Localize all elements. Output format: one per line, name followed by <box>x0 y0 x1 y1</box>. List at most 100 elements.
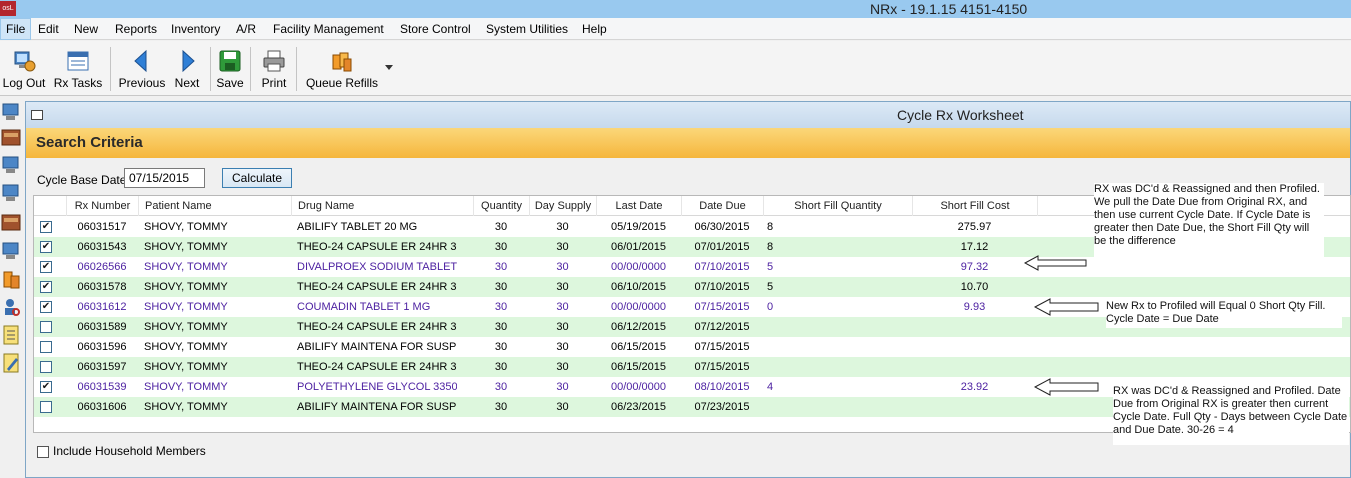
row-select-checkbox[interactable]: ✔ <box>40 261 52 273</box>
short-fill-cost-cell <box>912 357 1037 377</box>
header-drug-name[interactable]: Drug Name <box>291 196 473 216</box>
menu-ar[interactable]: A/R <box>231 18 261 40</box>
notepad-icon[interactable] <box>1 324 21 346</box>
previous-button[interactable]: Previous <box>116 45 168 93</box>
date-due-cell: 06/30/2015 <box>694 221 750 233</box>
drug-name-cell: DIVALPROEX SODIUM TABLET D <box>297 261 457 273</box>
print-button[interactable]: Print <box>256 45 292 93</box>
patient-name-cell: SHOVY, TOMMY <box>144 361 228 373</box>
menu-inventory[interactable]: Inventory <box>166 18 225 40</box>
quantity-cell: 30 <box>494 361 508 373</box>
menu-file[interactable]: File <box>0 18 32 40</box>
row-select-checkbox[interactable] <box>40 361 52 373</box>
day-supply-cell: 30 <box>556 281 569 293</box>
header-last-date[interactable]: Last Date <box>596 196 681 216</box>
header-short-fill-quantity[interactable]: Short Fill Quantity <box>763 196 912 216</box>
day-supply-cell: 30 <box>556 321 569 333</box>
row-select-checkbox[interactable]: ✔ <box>40 241 52 253</box>
include-household-checkbox[interactable] <box>37 446 49 458</box>
queue-refills-label: Queue Refills <box>305 76 379 90</box>
drug-name-cell: THEO-24 CAPSULE ER 24HR 300 <box>297 321 457 333</box>
row-select-checkbox[interactable]: ✔ <box>40 221 52 233</box>
rx-number-cell: 06031597 <box>77 361 127 373</box>
computer-icon[interactable] <box>1 101 21 123</box>
cycle-base-date-label: Cycle Base Date: <box>37 173 130 187</box>
search-criteria-title: Search Criteria <box>36 134 143 151</box>
short-fill-quantity-cell: 4 <box>767 381 774 393</box>
header-quantity[interactable]: Quantity <box>473 196 529 216</box>
menu-store-control[interactable]: Store Control <box>395 18 476 40</box>
window-menu-icon[interactable] <box>31 110 43 120</box>
next-button[interactable]: Next <box>170 45 204 93</box>
table-row[interactable]: 06031597 SHOVY, TOMMY THEO-24 CAPSULE ER 2… <box>34 357 1350 377</box>
store-icon[interactable] <box>1 126 21 148</box>
dropdown-arrow-icon[interactable] <box>385 65 393 71</box>
quantity-cell: 30 <box>494 401 508 413</box>
print-label: Print <box>261 76 287 90</box>
last-date-cell: 06/23/2015 <box>610 401 667 413</box>
quantity-cell: 30 <box>494 301 508 313</box>
header-select <box>34 196 66 216</box>
short-fill-cost-cell <box>912 337 1037 357</box>
table-row[interactable]: 06031596 SHOVY, TOMMY ABILIFY MAINTENA FOR… <box>34 337 1350 357</box>
save-button[interactable]: Save <box>214 45 246 93</box>
printer-icon <box>263 50 285 72</box>
header-short-fill-cost[interactable]: Short Fill Cost <box>912 196 1037 216</box>
edit-notes-icon[interactable] <box>1 352 21 374</box>
row-select-checkbox[interactable]: ✔ <box>40 381 52 393</box>
short-fill-quantity-cell: 5 <box>767 261 774 273</box>
header-rx-number[interactable]: Rx Number <box>66 196 138 216</box>
date-due-cell: 07/15/2015 <box>694 341 750 353</box>
store-icon[interactable] <box>1 211 21 233</box>
row-select-checkbox[interactable]: ✔ <box>40 281 52 293</box>
menu-edit[interactable]: Edit <box>33 18 64 40</box>
user-search-icon[interactable] <box>1 296 21 318</box>
cycle-base-date-input[interactable] <box>124 168 205 188</box>
menu-new[interactable]: New <box>69 18 103 40</box>
last-date-cell: 06/12/2015 <box>610 321 667 333</box>
table-row[interactable]: ✔ 06031578 SHOVY, TOMMY THEO-24 CAPSULE ER … <box>34 277 1350 297</box>
computer-icon[interactable] <box>1 154 21 176</box>
toolbar: Log Out Rx Tasks Previous Next Save Prin… <box>0 41 1351 96</box>
header-date-due[interactable]: Date Due <box>681 196 763 216</box>
header-patient-name[interactable]: Patient Name <box>138 196 291 216</box>
left-arrow-icon <box>1024 255 1087 271</box>
pill-bottles-icon <box>332 52 352 72</box>
row-select-checkbox[interactable] <box>40 321 52 333</box>
date-due-cell: 07/23/2015 <box>694 401 750 413</box>
menu-system-utilities[interactable]: System Utilities <box>481 18 573 40</box>
menu-facility-management[interactable]: Facility Management <box>268 18 389 40</box>
queue-refills-button[interactable]: Queue Refills <box>304 45 380 93</box>
row-select-checkbox[interactable] <box>40 401 52 413</box>
rx-number-cell: 06031612 <box>77 301 127 313</box>
rx-tasks-button[interactable]: Rx Tasks <box>52 45 104 93</box>
patient-name-cell: SHOVY, TOMMY <box>144 281 228 293</box>
pill-bottles-icon[interactable] <box>1 268 21 290</box>
date-due-cell: 07/12/2015 <box>694 321 750 333</box>
drug-name-cell: THEO-24 CAPSULE ER 24HR 300 <box>297 361 457 373</box>
day-supply-cell: 30 <box>556 221 569 233</box>
computer-icon[interactable] <box>1 240 21 262</box>
logout-button[interactable]: Log Out <box>0 45 48 93</box>
patient-name-cell: SHOVY, TOMMY <box>144 301 228 313</box>
drug-name-cell: ABILIFY MAINTENA FOR SUSPEN <box>297 401 457 413</box>
day-supply-cell: 30 <box>556 261 569 273</box>
short-fill-cost-cell <box>912 317 1037 337</box>
quantity-cell: 30 <box>494 381 508 393</box>
calculate-button[interactable]: Calculate <box>222 168 292 188</box>
left-arrow-icon <box>1034 378 1099 396</box>
short-fill-quantity-cell: 8 <box>767 241 774 253</box>
short-fill-cost-cell <box>912 397 1037 417</box>
short-fill-quantity-cell <box>767 357 912 377</box>
patient-name-cell: SHOVY, TOMMY <box>144 261 228 273</box>
title-bar: osL NRx - 19.1.15 4151-4150 <box>0 0 1351 18</box>
day-supply-cell: 30 <box>556 381 569 393</box>
menu-help[interactable]: Help <box>577 18 612 40</box>
row-select-checkbox[interactable] <box>40 341 52 353</box>
row-select-checkbox[interactable]: ✔ <box>40 301 52 313</box>
menu-reports[interactable]: Reports <box>110 18 162 40</box>
last-date-cell: 05/19/2015 <box>610 221 667 233</box>
header-day-supply[interactable]: Day Supply <box>529 196 596 216</box>
last-date-cell: 00/00/0000 <box>610 301 667 313</box>
computer-icon[interactable] <box>1 182 21 204</box>
